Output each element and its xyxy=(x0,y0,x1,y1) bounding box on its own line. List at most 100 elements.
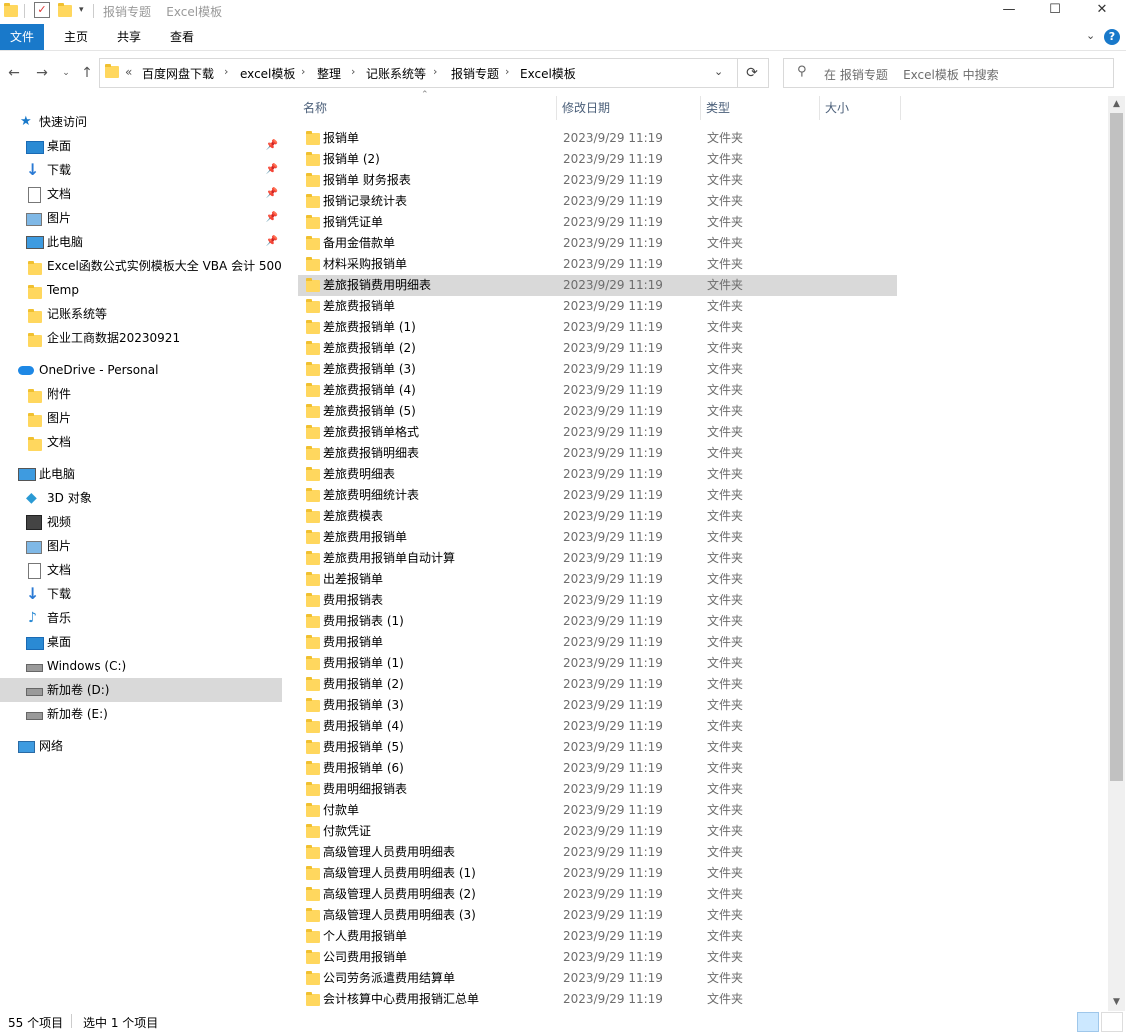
table-row[interactable]: 差旅费报销单 (5) 2023/9/29 11:19 文件夹 xyxy=(298,401,897,422)
breadcrumb-item-current[interactable]: Excel模板 xyxy=(520,65,576,82)
table-row[interactable]: 材料采购报销单 2023/9/29 11:19 文件夹 xyxy=(298,254,897,275)
table-row[interactable]: 高级管理人员费用明细表 (1) 2023/9/29 11:19 文件夹 xyxy=(298,863,897,884)
sidebar-item-pictures[interactable]: 图片 📌 xyxy=(0,206,282,230)
table-row[interactable]: 费用报销单 (6) 2023/9/29 11:19 文件夹 xyxy=(298,758,897,779)
sidebar-item-business-data[interactable]: 企业工商数据20230921 xyxy=(0,326,282,350)
search-input[interactable]: 在 报销专题 Excel模板 中搜索 xyxy=(824,66,999,83)
table-row[interactable]: 高级管理人员费用明细表 (3) 2023/9/29 11:19 文件夹 xyxy=(298,905,897,926)
table-row[interactable]: 差旅费报销单 (3) 2023/9/29 11:19 文件夹 xyxy=(298,359,897,380)
breadcrumb-item[interactable]: 报销专题 xyxy=(451,65,499,82)
minimize-button[interactable]: — xyxy=(986,0,1032,22)
sidebar-item-drive-c[interactable]: Windows (C:) xyxy=(0,654,282,678)
refresh-button[interactable]: ⟳ xyxy=(736,58,769,88)
search-box[interactable]: ⚲ 在 报销专题 Excel模板 中搜索 xyxy=(783,58,1114,88)
sidebar-item-onedrive-documents[interactable]: 文档 xyxy=(0,430,282,454)
table-row[interactable]: 差旅费报销单 (4) 2023/9/29 11:19 文件夹 xyxy=(298,380,897,401)
column-header-size[interactable]: 大小 xyxy=(820,96,901,120)
recent-locations-button[interactable]: ⌄ xyxy=(56,63,76,83)
table-row[interactable]: 公司劳务派遣费用结算单 2023/9/29 11:19 文件夹 xyxy=(298,968,897,989)
table-row[interactable]: 差旅费报销单 (1) 2023/9/29 11:19 文件夹 xyxy=(298,317,897,338)
sidebar-item-excel-templates[interactable]: Excel函数公式实例模板大全 VBA 会计 5000 xyxy=(0,254,282,278)
sidebar-item-downloads[interactable]: ↓ 下载 📌 xyxy=(0,158,282,182)
table-row[interactable]: 费用报销单 (2) 2023/9/29 11:19 文件夹 xyxy=(298,674,897,695)
large-icons-view-icon[interactable] xyxy=(1101,1012,1123,1032)
properties-icon[interactable]: ✓ xyxy=(34,2,50,18)
breadcrumb-separator-icon[interactable]: › xyxy=(351,65,355,78)
table-row[interactable]: 高级管理人员费用明细表 2023/9/29 11:19 文件夹 xyxy=(298,842,897,863)
new-folder-icon[interactable] xyxy=(58,3,72,19)
sidebar-item-3d-objects[interactable]: ◆ 3D 对象 xyxy=(0,486,282,510)
sidebar-item-this-pc[interactable]: 此电脑 xyxy=(0,462,282,486)
column-header-type[interactable]: 类型 xyxy=(701,96,820,120)
sidebar-item-this-pc-pinned[interactable]: 此电脑 📌 xyxy=(0,230,282,254)
table-row[interactable]: 付款单 2023/9/29 11:19 文件夹 xyxy=(298,800,897,821)
table-row[interactable]: 差旅费明细表 2023/9/29 11:19 文件夹 xyxy=(298,464,897,485)
sidebar-item-onedrive[interactable]: OneDrive - Personal xyxy=(0,358,282,382)
breadcrumb-separator-icon[interactable]: › xyxy=(433,65,437,78)
overflow-chevron[interactable]: « xyxy=(125,65,132,79)
sidebar-item-drive-e[interactable]: 新加卷 (E:) xyxy=(0,702,282,726)
column-header-date[interactable]: 修改日期 xyxy=(557,96,701,120)
sidebar-item-accounting[interactable]: 记账系统等 xyxy=(0,302,282,326)
breadcrumb-item[interactable]: 百度网盘下载 xyxy=(142,65,214,82)
table-row[interactable]: 报销单 财务报表 2023/9/29 11:19 文件夹 xyxy=(298,170,897,191)
sidebar-item-videos[interactable]: 视频 xyxy=(0,510,282,534)
sidebar-item-pc-documents[interactable]: 文档 xyxy=(0,558,282,582)
table-row[interactable]: 报销凭证单 2023/9/29 11:19 文件夹 xyxy=(298,212,897,233)
table-row[interactable]: 会计核算中心费用报销汇总单 2023/9/29 11:19 文件夹 xyxy=(298,989,897,1008)
table-row[interactable]: 付款凭证 2023/9/29 11:19 文件夹 xyxy=(298,821,897,842)
table-row[interactable]: 个人费用报销单 2023/9/29 11:19 文件夹 xyxy=(298,926,897,947)
tab-view[interactable]: 查看 xyxy=(158,24,206,50)
maximize-button[interactable]: ☐ xyxy=(1032,0,1078,22)
table-row[interactable]: 差旅费用报销单 2023/9/29 11:19 文件夹 xyxy=(298,527,897,548)
column-header-name[interactable]: 名称 xyxy=(298,96,557,120)
breadcrumb-separator-icon[interactable]: › xyxy=(301,65,305,78)
table-row[interactable]: 报销单 2023/9/29 11:19 文件夹 xyxy=(298,128,897,149)
table-row[interactable]: 费用报销表 (1) 2023/9/29 11:19 文件夹 xyxy=(298,611,897,632)
details-view-icon[interactable] xyxy=(1077,1012,1099,1032)
table-row[interactable]: 费用报销单 (3) 2023/9/29 11:19 文件夹 xyxy=(298,695,897,716)
close-button[interactable]: ✕ xyxy=(1079,0,1125,22)
pin-icon[interactable]: 📌 xyxy=(266,230,278,254)
table-row[interactable]: 报销记录统计表 2023/9/29 11:19 文件夹 xyxy=(298,191,897,212)
pin-icon[interactable]: 📌 xyxy=(266,134,278,158)
scroll-down-arrow-icon[interactable]: ▼ xyxy=(1108,994,1125,1011)
sidebar-item-drive-d[interactable]: 新加卷 (D:) xyxy=(0,678,282,702)
table-row[interactable]: 费用报销单 (4) 2023/9/29 11:19 文件夹 xyxy=(298,716,897,737)
table-row[interactable]: 差旅费报销单 2023/9/29 11:19 文件夹 xyxy=(298,296,897,317)
table-row[interactable]: 差旅费模表 2023/9/29 11:19 文件夹 xyxy=(298,506,897,527)
scroll-up-arrow-icon[interactable]: ▲ xyxy=(1108,96,1125,113)
table-row[interactable]: 费用报销单 2023/9/29 11:19 文件夹 xyxy=(298,632,897,653)
breadcrumb-item[interactable]: 整理 xyxy=(317,65,341,82)
tab-file[interactable]: 文件 xyxy=(0,24,44,50)
breadcrumb-separator-icon[interactable]: › xyxy=(224,65,228,78)
address-bar[interactable]: « 百度网盘下载 › excel模板 › 整理 › 记账系统等 › 报销专题 ›… xyxy=(99,58,738,88)
pin-icon[interactable]: 📌 xyxy=(266,158,278,182)
table-row[interactable]: 费用报销单 (5) 2023/9/29 11:19 文件夹 xyxy=(298,737,897,758)
pin-icon[interactable]: 📌 xyxy=(266,206,278,230)
table-row[interactable]: 高级管理人员费用明细表 (2) 2023/9/29 11:19 文件夹 xyxy=(298,884,897,905)
back-button[interactable]: ← xyxy=(4,63,24,83)
sidebar-item-pc-downloads[interactable]: ↓ 下载 xyxy=(0,582,282,606)
table-row[interactable]: 差旅费用报销单自动计算 2023/9/29 11:19 文件夹 xyxy=(298,548,897,569)
table-row[interactable]: 费用报销表 2023/9/29 11:19 文件夹 xyxy=(298,590,897,611)
sidebar-item-network[interactable]: 网络 xyxy=(0,734,282,758)
sidebar-item-desktop[interactable]: 桌面 📌 xyxy=(0,134,282,158)
table-row[interactable]: 报销单 (2) 2023/9/29 11:19 文件夹 xyxy=(298,149,897,170)
table-row[interactable]: 差旅费明细统计表 2023/9/29 11:19 文件夹 xyxy=(298,485,897,506)
table-row[interactable]: 差旅费报销明细表 2023/9/29 11:19 文件夹 xyxy=(298,443,897,464)
sidebar-item-music[interactable]: ♪ 音乐 xyxy=(0,606,282,630)
help-icon[interactable]: ? xyxy=(1104,29,1120,45)
breadcrumb-separator-icon[interactable]: › xyxy=(505,65,509,78)
address-dropdown-icon[interactable]: ⌄ xyxy=(714,65,723,78)
sidebar-item-pc-pictures[interactable]: 图片 xyxy=(0,534,282,558)
table-row[interactable]: 差旅报销费用明细表 2023/9/29 11:19 文件夹 xyxy=(298,275,897,296)
sidebar-item-quick-access[interactable]: ★ 快速访问 xyxy=(0,110,282,134)
pin-icon[interactable]: 📌 xyxy=(266,182,278,206)
sidebar-item-temp[interactable]: Temp xyxy=(0,278,282,302)
table-row[interactable]: 备用金借款单 2023/9/29 11:19 文件夹 xyxy=(298,233,897,254)
expand-ribbon-icon[interactable]: ⌄ xyxy=(1086,29,1095,42)
forward-button[interactable]: → xyxy=(32,63,52,83)
table-row[interactable]: 差旅费报销单 (2) 2023/9/29 11:19 文件夹 xyxy=(298,338,897,359)
table-row[interactable]: 差旅费报销单格式 2023/9/29 11:19 文件夹 xyxy=(298,422,897,443)
